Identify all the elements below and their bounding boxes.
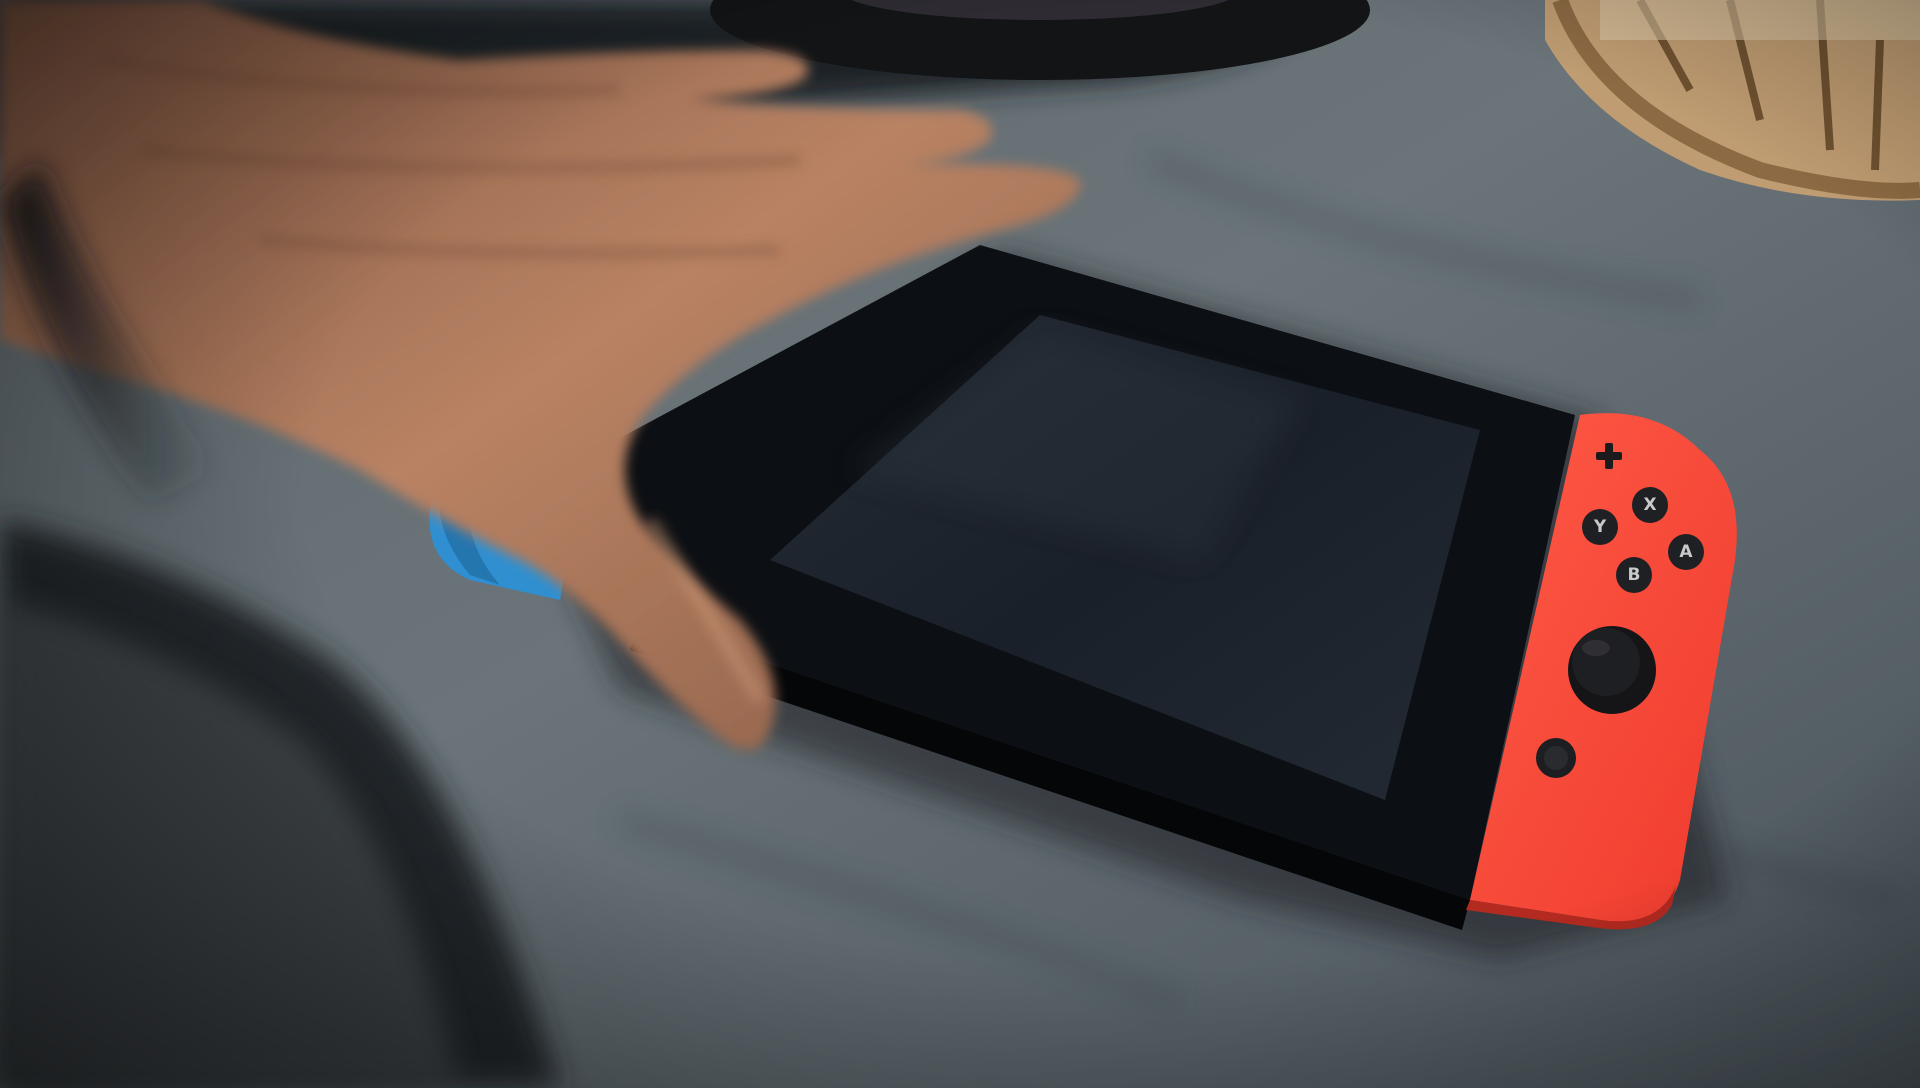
vignette bbox=[0, 0, 1920, 1088]
photo-scene: X Y A B bbox=[0, 0, 1920, 1088]
scene-svg: X Y A B bbox=[0, 0, 1920, 1088]
